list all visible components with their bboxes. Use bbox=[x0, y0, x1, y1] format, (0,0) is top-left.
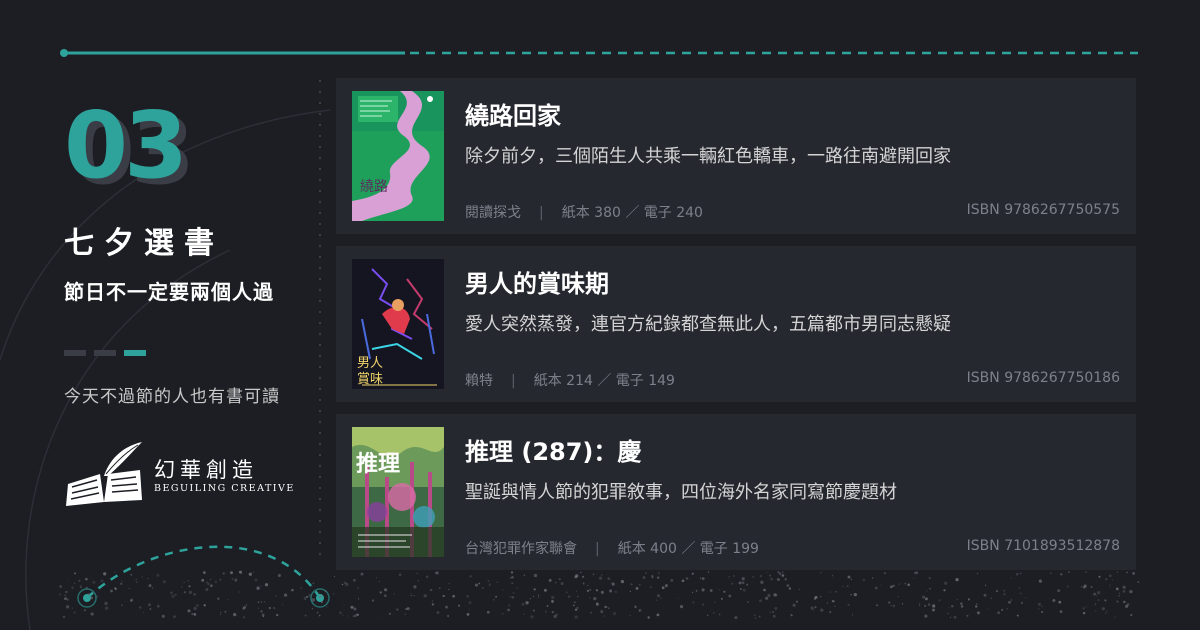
book-description: 愛人突然蒸發，連官方紀錄都查無此人，五篇都市男同志懸疑 bbox=[465, 314, 951, 335]
issue-number: 03 bbox=[64, 92, 188, 199]
book-isbn: ISBN 9786267750575 bbox=[966, 202, 1120, 218]
book-author: 台灣犯罪作家聯會 bbox=[465, 541, 577, 557]
page-subtitle: 節日不一定要兩個人過 bbox=[64, 280, 274, 304]
book-author: 賴特 bbox=[465, 373, 493, 389]
svg-text:推理: 推理 bbox=[356, 452, 400, 477]
svg-text:繞路: 繞路 bbox=[360, 179, 388, 195]
book-meta: 閱讀探戈 | 紙本 380 ／ 電子 240 ISBN 9786267750575 bbox=[465, 202, 1120, 221]
book-card[interactable]: 男人 賞味 男人的賞味期 愛人突然蒸發，連官方紀錄都查無此人，五篇都市男同志懸疑… bbox=[336, 246, 1136, 402]
brand-name: 幻華創造 bbox=[154, 458, 258, 482]
book-isbn: ISBN 9786267750186 bbox=[966, 370, 1120, 386]
brand-name-en: BEGUILING CREATIVE bbox=[154, 483, 295, 494]
brand-logo: 幻華創造 BEGUILING CREATIVE bbox=[64, 440, 314, 510]
tagline: 今天不過節的人也有書可讀 bbox=[64, 387, 280, 407]
book-description: 聖誕與情人節的犯罪敘事，四位海外名家同寫節慶題材 bbox=[465, 482, 897, 503]
book-title[interactable]: 男人的賞味期 bbox=[465, 264, 609, 299]
book-card[interactable]: 繞路 繞路回家 除夕前夕，三個陌生人共乘一輛紅色轎車，一路往南避開回家 閱讀探戈… bbox=[336, 78, 1136, 234]
green-road-cover-icon: 繞路 bbox=[352, 91, 444, 221]
book-formats: 紙本 380 ／ 電子 240 bbox=[561, 205, 703, 221]
book-meta: 台灣犯罪作家聯會 | 紙本 400 ／ 電子 199 ISBN 7101893512… bbox=[465, 538, 1120, 557]
book-card[interactable]: 推理 推理 (287)：慶 聖誕與情人節的犯罪敘事，四位海外名家同寫節慶題材 台… bbox=[336, 414, 1136, 570]
book-meta: 賴特 | 紙本 214 ／ 電子 149 ISBN 9786267750186 bbox=[465, 370, 1120, 389]
book-formats: 紙本 400 ／ 電子 199 bbox=[617, 541, 759, 557]
book-author: 閱讀探戈 bbox=[465, 205, 521, 221]
page-title: 七夕選書 bbox=[64, 226, 224, 261]
pager-dashes bbox=[64, 350, 154, 356]
book-title[interactable]: 繞路回家 bbox=[465, 96, 561, 131]
open-book-logo-icon bbox=[66, 442, 142, 506]
book-isbn: ISBN 7101893512878 bbox=[966, 538, 1120, 554]
neon-figure-cover-icon: 男人 賞味 bbox=[352, 259, 444, 389]
svg-text:男人: 男人 bbox=[357, 356, 383, 371]
book-formats: 紙本 214 ／ 電子 149 bbox=[533, 373, 675, 389]
forest-mystery-cover-icon: 推理 bbox=[352, 427, 444, 557]
book-description: 除夕前夕，三個陌生人共乘一輛紅色轎車，一路往南避開回家 bbox=[465, 146, 951, 167]
book-title[interactable]: 推理 (287)：慶 bbox=[465, 432, 641, 467]
